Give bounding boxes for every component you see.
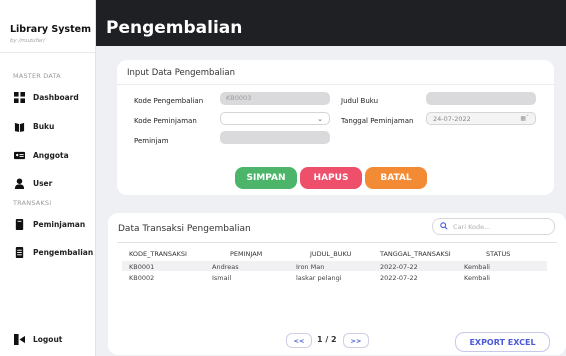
page-title: Pengembalian (106, 18, 243, 38)
batal-button[interactable]: BATAL (365, 167, 427, 189)
document-icon (13, 246, 25, 258)
sidebar-item-pengembalian[interactable]: Pengembalian (13, 246, 93, 258)
kode-peminjaman-label: Kode Peminjaman (134, 117, 197, 125)
input-card-title: Input Data Pengembalian (127, 68, 235, 78)
column-header[interactable]: JUDUL_BUKU (310, 250, 351, 258)
table-cell: 2022-07-22 (380, 274, 418, 282)
peminjam-field[interactable] (220, 131, 330, 144)
sidebar-item-label: Peminjaman (33, 219, 86, 229)
column-header[interactable]: TANGGAL_TRANSAKSI (380, 250, 451, 258)
sidebar-item-label: Dashboard (33, 92, 79, 102)
next-page-button[interactable]: >> (343, 333, 369, 348)
search-icon (440, 221, 448, 232)
id-card-icon (13, 149, 25, 161)
input-card-divider (117, 84, 554, 85)
tanggal-peminjaman-label: Tanggal Peminjaman (341, 117, 414, 125)
master-data-label: MASTER DATA (13, 72, 61, 80)
table-cell: Kembali (464, 263, 490, 271)
chevron-down-icon: ⌄ (317, 114, 323, 123)
brand-title: Library System (10, 24, 91, 35)
search-placeholder: Cari Kode... (453, 222, 491, 231)
sidebar-item-buku[interactable]: Buku (13, 120, 54, 132)
brand-subtitle: by /muzufar/ (10, 38, 45, 44)
kode-pengembalian-field[interactable]: KB0003 (220, 92, 330, 105)
column-header[interactable]: PEMINJAM (230, 250, 262, 258)
sidebar-item-label: Logout (33, 334, 63, 344)
judul-buku-field[interactable] (426, 92, 536, 105)
table-cell: Ismail (212, 274, 232, 282)
top-header: Pengembalian (96, 0, 566, 46)
search-input[interactable]: Cari Kode... (432, 218, 555, 235)
table-cell: KB0001 (129, 263, 155, 271)
logout-icon (13, 333, 25, 345)
sidebar-item-logout[interactable]: Logout (13, 333, 62, 345)
table-divider (117, 242, 557, 243)
simpan-button[interactable]: SIMPAN (235, 167, 297, 189)
column-header[interactable]: KODE_TRANSAKSI (129, 250, 187, 258)
sidebar: Library System by /muzufar/ MASTER DATA … (0, 0, 96, 356)
sidebar-item-dashboard[interactable]: Dashboard (13, 91, 79, 103)
sidebar-item-label: Anggota (33, 150, 69, 160)
tanggal-peminjaman-field[interactable]: 24-07-2022 ▦ˇ (426, 112, 536, 125)
table-cell: Iron Man (296, 263, 325, 271)
sidebar-item-label: User (33, 178, 53, 188)
sidebar-item-label: Buku (33, 121, 55, 131)
sidebar-item-label: Pengembalian (33, 247, 94, 257)
table-card-title: Data Transaksi Pengembalian (118, 224, 251, 234)
column-header[interactable]: STATUS (486, 250, 510, 258)
calendar-icon: ▦ˇ (520, 115, 529, 122)
kode-pengembalian-label: Kode Pengembalian (134, 97, 204, 105)
sidebar-item-user[interactable]: User (13, 177, 52, 189)
table-cell: 2022-07-22 (380, 263, 418, 271)
book-icon (13, 120, 25, 132)
table-cell: Andreas (212, 263, 239, 271)
judul-buku-label: Judul Buku (341, 97, 379, 105)
dashboard-icon (13, 91, 25, 103)
sidebar-item-peminjaman[interactable]: Peminjaman (13, 218, 85, 230)
table-cell: laskar pelangi (296, 274, 342, 282)
table-cell: KB0002 (129, 274, 155, 282)
prev-page-button[interactable]: << (286, 333, 312, 348)
hapus-button[interactable]: HAPUS (300, 167, 362, 189)
kode-peminjaman-select[interactable]: ⌄ (220, 112, 330, 125)
sidebar-item-anggota[interactable]: Anggota (13, 149, 69, 161)
tanggal-value: 24-07-2022 (433, 114, 471, 123)
page-indicator: 1 / 2 (317, 335, 337, 344)
peminjam-label: Peminjam (134, 137, 169, 145)
transaksi-label: TRANSAKSI (13, 199, 52, 207)
brand-divider (0, 52, 96, 53)
user-icon (13, 177, 25, 189)
export-excel-button[interactable]: EXPORT EXCEL (455, 332, 550, 352)
bookmark-icon (13, 218, 25, 230)
table-cell: Kembali (464, 274, 490, 282)
